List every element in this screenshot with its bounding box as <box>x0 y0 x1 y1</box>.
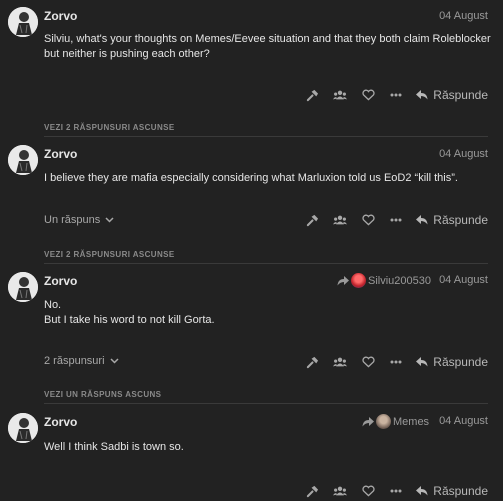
users-icon[interactable] <box>326 85 354 105</box>
admin-wrench-icon[interactable] <box>298 210 326 230</box>
reply-button[interactable]: Răspunde <box>416 88 488 102</box>
post-date[interactable]: 04 August <box>439 274 488 286</box>
hidden-replies-link[interactable]: VEZI 2 RĂSPUNSURI ASCUNSE <box>44 123 175 132</box>
post-2: Zorvo 04 August I believe they are mafia… <box>0 138 503 243</box>
reply-button[interactable]: Răspunde <box>416 355 488 369</box>
reply-icon <box>416 486 428 496</box>
reply-to-username: Silviu200530 <box>368 274 431 287</box>
reply-label: Răspunde <box>433 484 488 498</box>
heart-icon[interactable] <box>354 85 382 105</box>
chevron-down-icon <box>105 217 114 223</box>
post-actions: Răspunde <box>298 352 488 372</box>
more-icon[interactable] <box>382 85 410 105</box>
post-1: Zorvo 04 August Silviu, what's your thou… <box>0 0 503 120</box>
replies-count: Un răspuns <box>44 214 101 226</box>
replies-count: 2 răspunsuri <box>44 355 105 367</box>
users-icon[interactable] <box>326 352 354 372</box>
post-4: Zorvo Memes 04 August Well I think Sadbi… <box>0 405 503 500</box>
reply-to-avatar <box>351 273 366 288</box>
reply-button[interactable]: Răspunde <box>416 213 488 227</box>
avatar[interactable] <box>8 413 38 443</box>
more-icon[interactable] <box>382 352 410 372</box>
reply-to-username: Memes <box>393 415 430 428</box>
post-date[interactable]: 04 August <box>439 10 488 22</box>
post-text-line: But I take his word to not kill Gorta. <box>44 314 215 326</box>
share-arrow-icon <box>337 275 349 286</box>
reply-to[interactable]: Memes <box>362 414 429 429</box>
post-body: I believe they are mafia especially cons… <box>44 171 494 186</box>
replies-toggle[interactable]: 2 răspunsuri <box>44 355 119 367</box>
admin-wrench-icon[interactable] <box>298 352 326 372</box>
post-3: Zorvo Silviu200530 04 August No. But I t… <box>0 265 503 383</box>
post-date[interactable]: 04 August <box>439 148 488 160</box>
post-body: Well I think Sadbi is town so. <box>44 440 494 455</box>
admin-wrench-icon[interactable] <box>298 481 326 501</box>
reply-button[interactable]: Răspunde <box>416 484 488 498</box>
divider <box>44 263 488 264</box>
post-text: Well I think Sadbi is town so. <box>44 441 184 453</box>
post-actions: Răspunde <box>298 210 488 230</box>
heart-icon[interactable] <box>354 481 382 501</box>
chevron-down-icon <box>110 358 119 364</box>
avatar[interactable] <box>8 7 38 37</box>
more-icon[interactable] <box>382 210 410 230</box>
divider <box>44 136 488 137</box>
post-text: I believe they are mafia especially cons… <box>44 172 458 184</box>
username[interactable]: Zorvo <box>44 147 77 161</box>
username[interactable]: Zorvo <box>44 415 77 429</box>
users-icon[interactable] <box>326 210 354 230</box>
admin-wrench-icon[interactable] <box>298 85 326 105</box>
divider <box>44 403 488 404</box>
reply-label: Răspunde <box>433 88 488 102</box>
reply-to[interactable]: Silviu200530 <box>337 273 431 288</box>
replies-toggle[interactable]: Un răspuns <box>44 214 114 226</box>
avatar[interactable] <box>8 145 38 175</box>
more-icon[interactable] <box>382 481 410 501</box>
post-actions: Răspunde <box>298 481 488 501</box>
post-body: Silviu, what's your thoughts on Memes/Ee… <box>44 32 494 62</box>
share-arrow-icon <box>362 416 374 427</box>
reply-label: Răspunde <box>433 213 488 227</box>
reply-label: Răspunde <box>433 355 488 369</box>
hidden-replies-link[interactable]: VEZI 2 RĂSPUNSURI ASCUNSE <box>44 250 175 259</box>
heart-icon[interactable] <box>354 210 382 230</box>
reply-icon <box>416 357 428 367</box>
post-actions: Răspunde <box>298 85 488 105</box>
post-date[interactable]: 04 August <box>439 415 488 427</box>
username[interactable]: Zorvo <box>44 274 77 288</box>
post-text-line: No. <box>44 299 62 311</box>
post-text: Silviu, what's your thoughts on Memes/Ee… <box>44 33 491 60</box>
reply-icon <box>416 215 428 225</box>
reply-to-avatar <box>376 414 391 429</box>
avatar[interactable] <box>8 272 38 302</box>
username[interactable]: Zorvo <box>44 9 77 23</box>
heart-icon[interactable] <box>354 352 382 372</box>
users-icon[interactable] <box>326 481 354 501</box>
hidden-replies-link[interactable]: VEZI UN RĂSPUNS ASCUNS <box>44 390 161 399</box>
reply-icon <box>416 90 428 100</box>
post-body: No. But I take his word to not kill Gort… <box>44 298 494 328</box>
